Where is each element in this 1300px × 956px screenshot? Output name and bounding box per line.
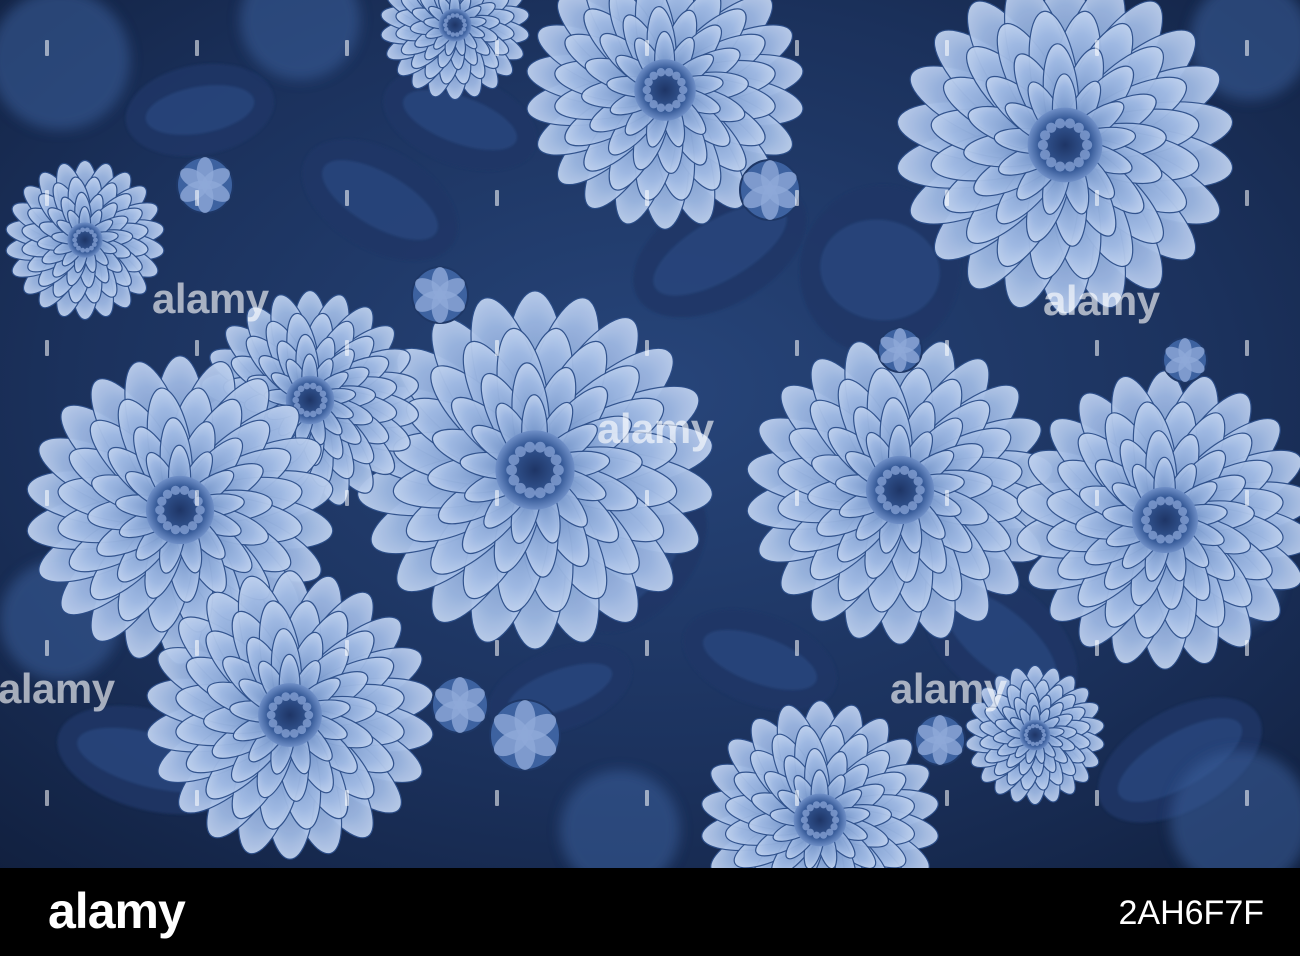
watermark-tick bbox=[945, 490, 949, 506]
flower-bud bbox=[877, 327, 923, 373]
watermark-tick bbox=[645, 40, 649, 56]
image-id: 2AH6F7F bbox=[1118, 894, 1265, 932]
flower-bud bbox=[489, 699, 561, 771]
watermark-tick bbox=[195, 790, 199, 806]
watermark-tick bbox=[495, 340, 499, 356]
watermark-tick bbox=[45, 640, 49, 656]
watermark-text: alamy bbox=[597, 405, 714, 452]
watermark-tick bbox=[1245, 490, 1249, 506]
flower-bud bbox=[411, 266, 469, 324]
watermark-tick bbox=[945, 340, 949, 356]
watermark-tick bbox=[945, 640, 949, 656]
watermark-tick bbox=[195, 640, 199, 656]
watermark-tick bbox=[795, 490, 799, 506]
watermark-tick bbox=[45, 340, 49, 356]
watermark-tick bbox=[1245, 40, 1249, 56]
watermark-tick bbox=[45, 790, 49, 806]
watermark-tick bbox=[795, 340, 799, 356]
alamy-logo[interactable]: alamy bbox=[48, 886, 186, 936]
watermark-tick bbox=[45, 490, 49, 506]
watermark-tick bbox=[1245, 790, 1249, 806]
watermark-text: alamy bbox=[0, 665, 115, 712]
watermark-tick bbox=[1095, 790, 1099, 806]
watermark-tick bbox=[345, 190, 349, 206]
watermark-tick bbox=[645, 340, 649, 356]
watermark-text: alamy bbox=[890, 665, 1007, 712]
watermark-tick bbox=[195, 490, 199, 506]
watermark-tick bbox=[795, 40, 799, 56]
watermark-tick bbox=[195, 340, 199, 356]
watermark-tick bbox=[1095, 490, 1099, 506]
watermark-tick bbox=[795, 640, 799, 656]
watermark-tick bbox=[345, 340, 349, 356]
watermark-tick bbox=[945, 40, 949, 56]
flower-bud bbox=[914, 714, 966, 766]
watermark-tick bbox=[345, 790, 349, 806]
flower-bud bbox=[739, 159, 801, 221]
watermark-text: alamy bbox=[152, 275, 269, 322]
watermark-tick bbox=[645, 490, 649, 506]
watermark-tick bbox=[45, 40, 49, 56]
watermark-tick bbox=[1095, 340, 1099, 356]
watermark-tick bbox=[495, 790, 499, 806]
watermark-tick bbox=[1245, 190, 1249, 206]
flower-bud bbox=[1162, 337, 1208, 383]
watermark-tick bbox=[645, 790, 649, 806]
watermark-tick bbox=[495, 190, 499, 206]
watermark-tick bbox=[495, 640, 499, 656]
watermark-tick bbox=[645, 190, 649, 206]
watermark-tick bbox=[195, 40, 199, 56]
watermark-tick bbox=[345, 490, 349, 506]
watermark-tick bbox=[45, 190, 49, 206]
watermark-tick bbox=[945, 190, 949, 206]
watermark-tick bbox=[945, 790, 949, 806]
footer-bar: alamy 2AH6F7F bbox=[0, 868, 1300, 956]
watermark-tick bbox=[195, 190, 199, 206]
watermark-tick bbox=[795, 190, 799, 206]
watermark-tick bbox=[1095, 640, 1099, 656]
watermark-tick bbox=[1245, 340, 1249, 356]
watermark-tick bbox=[495, 40, 499, 56]
watermark-tick bbox=[345, 40, 349, 56]
watermark-tick bbox=[1095, 40, 1099, 56]
watermark-tick bbox=[495, 490, 499, 506]
watermark-tick bbox=[1095, 190, 1099, 206]
photo: alamy alamy alamy alamy alamy bbox=[0, 0, 1300, 868]
watermark-tick bbox=[1245, 640, 1249, 656]
flower-bud bbox=[176, 156, 234, 214]
watermark-tick bbox=[345, 640, 349, 656]
watermark-tick bbox=[795, 790, 799, 806]
watermark-tick bbox=[645, 640, 649, 656]
flower-bud bbox=[431, 676, 489, 734]
watermark-text: alamy bbox=[1043, 277, 1160, 324]
